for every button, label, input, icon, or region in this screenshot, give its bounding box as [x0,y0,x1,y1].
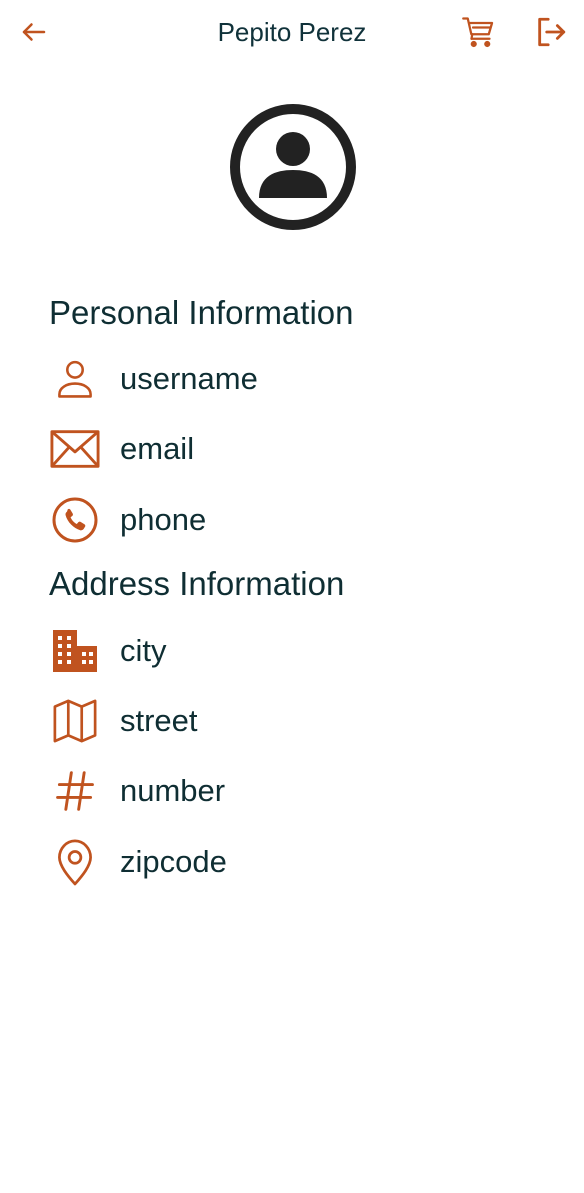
zipcode-label: zipcode [120,844,227,879]
map-icon [49,696,101,746]
street-label: street [120,703,198,738]
number-label: number [120,773,226,808]
info-row-email: email [49,424,194,474]
avatar [228,102,358,232]
info-row-phone: phone [49,495,206,545]
location-pin-icon [49,837,101,887]
personal-info-heading: Personal Information [49,294,354,331]
phone-icon [49,495,101,545]
city-label: city [120,633,167,668]
building-icon [49,626,101,676]
info-row-street: street [49,696,198,746]
address-info-heading: Address Information [49,565,345,602]
username-label: username [120,361,258,396]
info-row-city: city [49,626,167,676]
user-icon [49,354,101,404]
envelope-icon [49,424,101,474]
info-row-zipcode: zipcode [49,837,227,887]
app-header: Pepito Perez [0,0,584,64]
user-circle-icon [230,104,356,230]
phone-label: phone [120,502,207,537]
logout-button[interactable] [531,12,571,52]
email-label: email [120,431,195,466]
hash-icon [49,766,101,816]
logout-icon [538,17,566,47]
info-row-username: username [49,354,258,404]
info-row-number: number [49,766,225,816]
cart-button[interactable] [459,12,499,52]
shopping-cart-icon [462,17,494,48]
